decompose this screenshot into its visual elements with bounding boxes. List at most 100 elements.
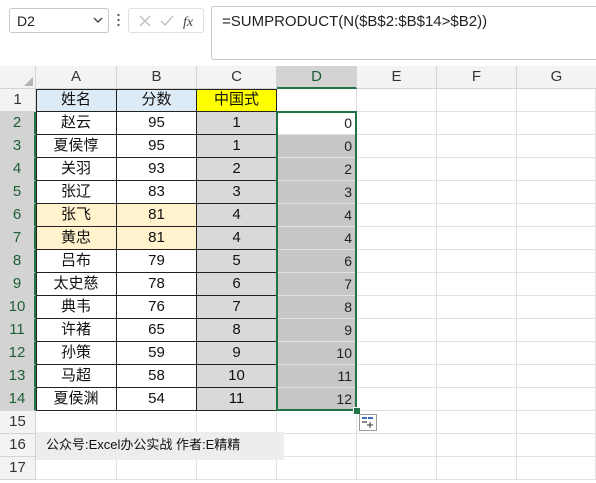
cell-rank[interactable]: 3 — [197, 181, 277, 204]
empty-cell[interactable] — [517, 457, 596, 480]
empty-cell[interactable] — [357, 434, 437, 457]
row-header-12[interactable]: 12 — [0, 342, 36, 365]
empty-cell[interactable] — [357, 273, 437, 296]
empty-cell[interactable] — [517, 342, 596, 365]
row-header-11[interactable]: 11 — [0, 319, 36, 342]
cell-rank[interactable]: 1 — [197, 135, 277, 158]
empty-cell[interactable] — [357, 296, 437, 319]
row-header-13[interactable]: 13 — [0, 365, 36, 388]
cell-score[interactable]: 81 — [117, 227, 197, 250]
empty-cell[interactable] — [437, 388, 517, 411]
row-header-14[interactable]: 14 — [0, 388, 36, 411]
cell-d-result[interactable]: 4 — [277, 227, 357, 250]
empty-cell[interactable] — [437, 434, 517, 457]
cell-rank[interactable]: 10 — [197, 365, 277, 388]
empty-cell[interactable] — [437, 204, 517, 227]
cell-score[interactable]: 95 — [117, 112, 197, 135]
cell-score[interactable]: 76 — [117, 296, 197, 319]
empty-cell[interactable] — [197, 457, 277, 480]
empty-cell[interactable] — [36, 411, 117, 434]
empty-cell[interactable] — [437, 89, 517, 112]
cell-d-result[interactable]: 0 — [277, 135, 357, 158]
row-header-1[interactable]: 1 — [0, 89, 36, 112]
empty-cell[interactable] — [437, 319, 517, 342]
empty-cell[interactable] — [357, 89, 437, 112]
row-header-16[interactable]: 16 — [0, 434, 36, 457]
empty-cell[interactable] — [357, 250, 437, 273]
cell-name[interactable]: 孙策 — [36, 342, 117, 365]
cell-d-result[interactable]: 12 — [277, 388, 357, 411]
empty-cell[interactable] — [437, 135, 517, 158]
cell-d-result[interactable]: 2 — [277, 158, 357, 181]
header-name[interactable]: 姓名 — [36, 89, 117, 112]
cell-score[interactable]: 83 — [117, 181, 197, 204]
row-header-7[interactable]: 7 — [0, 227, 36, 250]
select-all-button[interactable] — [0, 66, 36, 89]
row-header-3[interactable]: 3 — [0, 135, 36, 158]
cell-name[interactable]: 夏侯渊 — [36, 388, 117, 411]
cell-d-result[interactable]: 7 — [277, 273, 357, 296]
cell-rank[interactable]: 6 — [197, 273, 277, 296]
empty-cell[interactable] — [437, 227, 517, 250]
cell-rank[interactable]: 1 — [197, 112, 277, 135]
empty-cell[interactable] — [517, 135, 596, 158]
cell-d-result[interactable]: 6 — [277, 250, 357, 273]
column-header-b[interactable]: B — [117, 66, 197, 89]
cell-d-result[interactable]: 11 — [277, 365, 357, 388]
empty-cell[interactable] — [437, 342, 517, 365]
empty-cell[interactable] — [517, 319, 596, 342]
name-box[interactable]: D2 — [9, 8, 109, 33]
empty-cell[interactable] — [357, 204, 437, 227]
empty-cell[interactable] — [357, 457, 437, 480]
cell-name[interactable]: 黄忠 — [36, 227, 117, 250]
empty-cell[interactable] — [437, 158, 517, 181]
empty-cell[interactable] — [357, 112, 437, 135]
empty-cell[interactable] — [517, 227, 596, 250]
cell-rank[interactable]: 7 — [197, 296, 277, 319]
cell-d-result[interactable]: 0 — [277, 112, 357, 135]
cell-name[interactable]: 马超 — [36, 365, 117, 388]
header-rank[interactable]: 中国式 — [197, 89, 277, 112]
cell-score[interactable]: 65 — [117, 319, 197, 342]
column-header-g[interactable]: G — [517, 66, 596, 89]
cell-name[interactable]: 张飞 — [36, 204, 117, 227]
empty-cell[interactable] — [357, 365, 437, 388]
cell-d-result[interactable]: 4 — [277, 204, 357, 227]
empty-cell[interactable] — [357, 319, 437, 342]
enter-check-icon[interactable] — [159, 13, 175, 29]
empty-cell[interactable] — [517, 250, 596, 273]
column-header-e[interactable]: E — [357, 66, 437, 89]
cell-d-result[interactable]: 3 — [277, 181, 357, 204]
cell-d-result[interactable]: 9 — [277, 319, 357, 342]
empty-cell[interactable] — [277, 411, 357, 434]
cell-rank[interactable]: 9 — [197, 342, 277, 365]
empty-cell[interactable] — [117, 457, 197, 480]
empty-cell[interactable] — [117, 411, 197, 434]
chevron-down-icon[interactable] — [93, 15, 103, 25]
cell-score[interactable]: 58 — [117, 365, 197, 388]
empty-cell[interactable] — [197, 411, 277, 434]
cell-rank[interactable]: 8 — [197, 319, 277, 342]
empty-cell[interactable] — [437, 365, 517, 388]
empty-cell[interactable] — [517, 181, 596, 204]
empty-cell[interactable] — [517, 296, 596, 319]
empty-cell[interactable] — [517, 411, 596, 434]
empty-cell[interactable] — [277, 434, 357, 457]
row-header-8[interactable]: 8 — [0, 250, 36, 273]
column-header-a[interactable]: A — [36, 66, 117, 89]
empty-cell[interactable] — [277, 457, 357, 480]
insert-function-icon[interactable]: fx — [182, 13, 200, 29]
empty-cell[interactable] — [277, 89, 357, 112]
empty-cell[interactable] — [437, 181, 517, 204]
empty-cell[interactable] — [517, 365, 596, 388]
cell-score[interactable]: 79 — [117, 250, 197, 273]
row-header-4[interactable]: 4 — [0, 158, 36, 181]
row-header-6[interactable]: 6 — [0, 204, 36, 227]
cell-rank[interactable]: 4 — [197, 204, 277, 227]
empty-cell[interactable] — [517, 204, 596, 227]
more-options-icon[interactable] — [117, 13, 120, 27]
cell-score[interactable]: 93 — [117, 158, 197, 181]
empty-cell[interactable] — [357, 227, 437, 250]
cell-name[interactable]: 张辽 — [36, 181, 117, 204]
empty-cell[interactable] — [517, 112, 596, 135]
